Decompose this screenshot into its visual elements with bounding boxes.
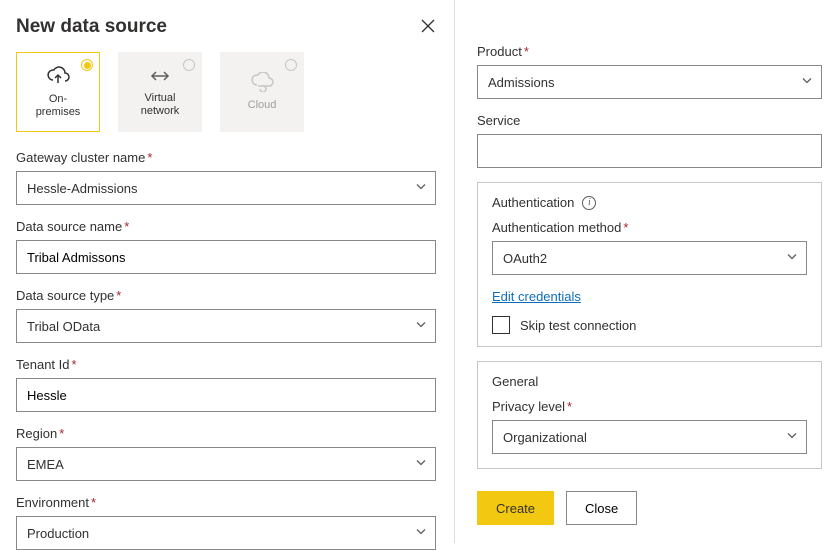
product-value: Admissions bbox=[488, 75, 554, 90]
privacy-value: Organizational bbox=[503, 430, 587, 445]
connection-type-group: On- premises Virtual network Cloud bbox=[16, 52, 436, 132]
create-button[interactable]: Create bbox=[477, 491, 554, 525]
general-section: General Privacy level* Organizational bbox=[477, 361, 822, 469]
radio-dot-icon bbox=[81, 59, 93, 71]
dsname-label: Data source name* bbox=[16, 219, 436, 234]
env-value: Production bbox=[27, 526, 89, 541]
radio-dot-icon bbox=[183, 59, 195, 71]
dstype-value: Tribal OData bbox=[27, 319, 100, 334]
service-label: Service bbox=[477, 113, 822, 128]
authmethod-label: Authentication method* bbox=[492, 220, 807, 235]
type-on-premises[interactable]: On- premises bbox=[16, 52, 100, 132]
product-label: Product* bbox=[477, 44, 822, 59]
close-icon[interactable] bbox=[420, 18, 436, 37]
auth-section-title: Authentication i bbox=[492, 195, 596, 210]
info-icon[interactable]: i bbox=[582, 196, 596, 210]
edit-credentials-link[interactable]: Edit credentials bbox=[492, 289, 581, 304]
chevron-down-icon bbox=[415, 319, 427, 334]
tenant-label: Tenant Id* bbox=[16, 357, 436, 372]
privacy-label: Privacy level* bbox=[492, 399, 807, 414]
gateway-label: Gateway cluster name* bbox=[16, 150, 436, 165]
general-section-title: General bbox=[492, 374, 538, 389]
chevron-down-icon bbox=[415, 457, 427, 472]
authmethod-value: OAuth2 bbox=[503, 251, 547, 266]
region-label: Region* bbox=[16, 426, 436, 441]
chevron-down-icon bbox=[415, 526, 427, 541]
privacy-select[interactable]: Organizational bbox=[492, 420, 807, 454]
skip-test-label: Skip test connection bbox=[520, 318, 636, 333]
tenant-input[interactable] bbox=[16, 378, 436, 412]
type-label: Cloud bbox=[248, 99, 277, 111]
skip-test-checkbox[interactable] bbox=[492, 316, 510, 334]
authmethod-select[interactable]: OAuth2 bbox=[492, 241, 807, 275]
dstype-select[interactable]: Tribal OData bbox=[16, 309, 436, 343]
env-label: Environment* bbox=[16, 495, 436, 510]
vnet-icon bbox=[148, 67, 172, 88]
chevron-down-icon bbox=[786, 251, 798, 266]
gateway-select[interactable]: Hessle-Admissions bbox=[16, 171, 436, 205]
service-input[interactable] bbox=[477, 134, 822, 168]
region-select[interactable]: EMEA bbox=[16, 447, 436, 481]
auth-section: Authentication i Authentication method* … bbox=[477, 182, 822, 347]
dsname-input[interactable] bbox=[16, 240, 436, 274]
chevron-down-icon bbox=[415, 181, 427, 196]
cloud-upload-icon bbox=[46, 66, 70, 89]
page-title: New data source bbox=[16, 16, 167, 38]
env-select[interactable]: Production bbox=[16, 516, 436, 550]
type-label: On- premises bbox=[36, 93, 81, 117]
region-value: EMEA bbox=[27, 457, 64, 472]
gateway-value: Hessle-Admissions bbox=[27, 181, 138, 196]
dstype-label: Data source type* bbox=[16, 288, 436, 303]
product-select[interactable]: Admissions bbox=[477, 65, 822, 99]
close-button[interactable]: Close bbox=[566, 491, 637, 525]
type-label: Virtual network bbox=[141, 92, 180, 116]
radio-dot-icon bbox=[285, 59, 297, 71]
type-virtual-network[interactable]: Virtual network bbox=[118, 52, 202, 132]
cloud-sync-icon bbox=[250, 72, 274, 95]
chevron-down-icon bbox=[786, 430, 798, 445]
chevron-down-icon bbox=[801, 75, 813, 90]
type-cloud[interactable]: Cloud bbox=[220, 52, 304, 132]
